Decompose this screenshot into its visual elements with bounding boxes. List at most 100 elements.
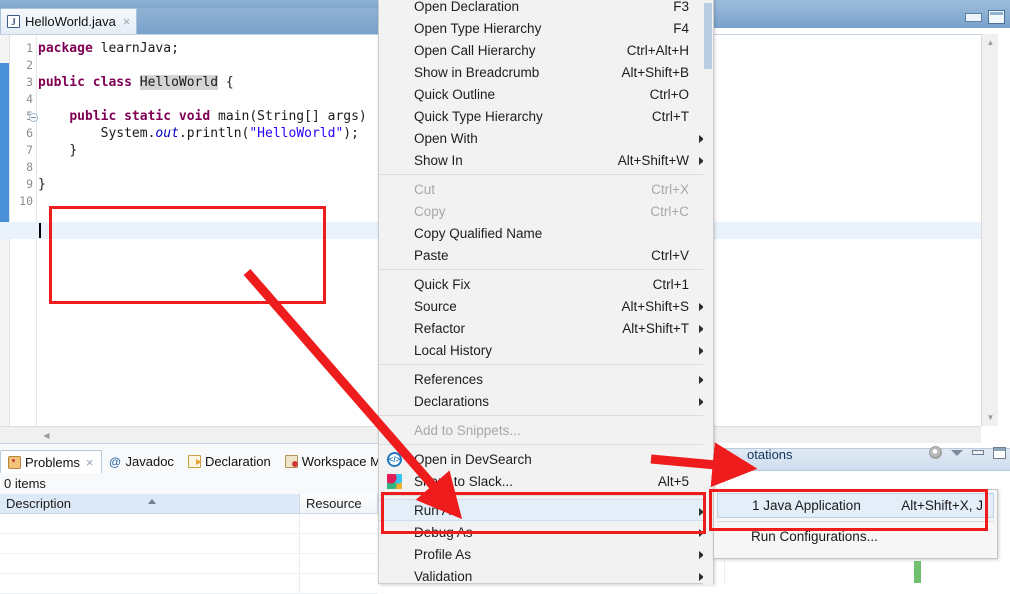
menu-item-references[interactable]: References: [379, 368, 713, 390]
maximize-icon[interactable]: [993, 446, 1006, 459]
menu-item-accelerator: Ctrl+V: [651, 247, 689, 263]
menu-item-open-declaration[interactable]: Open Declaration F3: [379, 0, 713, 17]
java-file-icon: J: [7, 15, 20, 28]
table-row[interactable]: [0, 514, 378, 534]
menu-item-accelerator: F3: [673, 0, 689, 14]
submenu-item-run-configurations[interactable]: Run Configurations...: [717, 524, 994, 548]
menu-item-share-to-slack[interactable]: Share to Slack... Alt+5: [379, 470, 713, 492]
menu-item-label: Local History: [414, 342, 493, 358]
menu-item-copy: Copy Ctrl+C: [379, 200, 713, 222]
menu-item-accelerator: Alt+5: [657, 473, 689, 489]
menu-item-quick-outline[interactable]: Quick Outline Ctrl+O: [379, 83, 713, 105]
column-header-resource[interactable]: Resource: [300, 494, 378, 514]
tab-declaration[interactable]: Declaration: [181, 450, 278, 473]
menu-item-show-in-breadcrumb[interactable]: Show in Breadcrumb Alt+Shift+B: [379, 61, 713, 83]
token-println-close: );: [343, 126, 359, 141]
menu-item-label: Add to Snippets...: [414, 422, 521, 438]
menu-item-label: Run As: [414, 502, 458, 518]
scroll-down-icon[interactable]: ▼: [982, 409, 999, 426]
token-main-signature: main(String[] args): [210, 109, 367, 124]
problems-table[interactable]: Description Resource: [0, 494, 378, 594]
menu-item-local-history[interactable]: Local History: [379, 339, 713, 361]
menu-item-label: Quick Outline: [414, 86, 496, 102]
menu-item-accelerator: Ctrl+O: [649, 86, 689, 102]
menu-item-label: Open Type Hierarchy: [414, 20, 542, 36]
menu-item-copy-qualified-name[interactable]: Copy Qualified Name: [379, 222, 713, 244]
menu-item-run-as[interactable]: Run As: [379, 499, 713, 521]
menu-item-label: Show In: [414, 152, 463, 168]
editor-tab-helloworld[interactable]: J HelloWorld.java ×: [0, 8, 138, 34]
menu-item-accelerator: Ctrl+X: [651, 181, 689, 197]
chevron-down-icon[interactable]: [951, 449, 963, 456]
table-row[interactable]: [0, 554, 378, 574]
menu-item-label: References: [414, 371, 484, 387]
context-menu-scroll-thumb[interactable]: [704, 3, 712, 69]
menu-item-label: Debug As: [414, 524, 473, 540]
editor-vertical-scrollbar[interactable]: ▲ ▼: [981, 34, 998, 426]
menu-item-open-type-hierarchy[interactable]: Open Type Hierarchy F4: [379, 17, 713, 39]
tab-problems[interactable]: Problems ×: [0, 450, 102, 473]
editor-overview-ruler[interactable]: [998, 34, 1010, 426]
column-header-description[interactable]: Description: [0, 494, 300, 514]
menu-item-paste[interactable]: Paste Ctrl+V: [379, 244, 713, 266]
table-row[interactable]: [0, 534, 378, 554]
code-fold-marker[interactable]: [29, 113, 38, 122]
menu-item-label: Profile As: [414, 546, 472, 562]
tab-javadoc-label: Javadoc: [125, 454, 174, 469]
menu-item-open-with[interactable]: Open With: [379, 127, 713, 149]
cell-resource: [300, 534, 378, 553]
line-number: 8: [26, 160, 33, 174]
menu-item-label: Open Declaration: [414, 0, 520, 14]
close-icon[interactable]: ×: [121, 14, 131, 29]
menu-item-open-call-hierarchy[interactable]: Open Call Hierarchy Ctrl+Alt+H: [379, 39, 713, 61]
menu-item-label: Cut: [414, 181, 436, 197]
token-keyword-public: public: [38, 75, 85, 90]
window-maximize-button[interactable]: [988, 10, 1005, 24]
menu-item-open-in-devsearch[interactable]: </> Open in DevSearch: [379, 448, 713, 470]
submenu-item-label: 1 Java Application: [752, 498, 861, 513]
submenu-item-java-application[interactable]: 1 Java Application Alt+Shift+X, J: [717, 493, 994, 518]
menu-item-accelerator: Ctrl+1: [652, 276, 689, 292]
menu-item-label: Show in Breadcrumb: [414, 64, 540, 80]
token-type-helloworld: HelloWorld: [139, 75, 219, 90]
menu-item-refactor[interactable]: Refactor Alt+Shift+T: [379, 317, 713, 339]
table-row[interactable]: [0, 574, 378, 594]
menu-separator: [379, 364, 713, 365]
run-as-submenu[interactable]: J 1 Java Application Alt+Shift+X, J Run …: [713, 489, 998, 559]
editor-context-menu[interactable]: Open Declaration F3 Open Type Hierarchy …: [378, 0, 714, 585]
cell-description: [0, 554, 300, 573]
context-menu-scrollbar[interactable]: [703, 0, 713, 585]
bottom-panel-tabs: Problems × @ Javadoc Declaration Workspa…: [0, 449, 413, 473]
menu-item-quick-type-hierarchy[interactable]: Quick Type Hierarchy Ctrl+T: [379, 105, 713, 127]
scroll-up-icon[interactable]: ▲: [982, 34, 999, 51]
menu-item-label: Validation: [414, 568, 473, 584]
tab-javadoc[interactable]: @ Javadoc: [102, 450, 181, 473]
gear-icon[interactable]: [929, 446, 942, 459]
token-keyword-static: static: [124, 109, 172, 124]
menu-item-debug-as[interactable]: Debug As: [379, 521, 713, 543]
minimize-icon[interactable]: [972, 450, 984, 455]
menu-item-quick-fix[interactable]: Quick Fix Ctrl+1: [379, 273, 713, 295]
editor-tab-label: HelloWorld.java: [25, 14, 116, 29]
scroll-left-icon[interactable]: ◀: [38, 427, 55, 444]
line-number: 3: [26, 75, 33, 89]
menu-item-show-in[interactable]: Show In Alt+Shift+W: [379, 149, 713, 171]
devsearch-icon: </>: [387, 452, 402, 467]
menu-item-source[interactable]: Source Alt+Shift+S: [379, 295, 713, 317]
menu-item-declarations[interactable]: Declarations: [379, 390, 713, 412]
menu-separator: [379, 495, 713, 496]
window-minimize-button[interactable]: [965, 13, 982, 22]
code-line-9: }: [38, 176, 46, 193]
menu-separator: [379, 269, 713, 270]
line-number: 2: [26, 58, 33, 72]
close-icon[interactable]: ×: [84, 455, 94, 470]
problems-icon: [8, 455, 21, 469]
menu-item-profile-as[interactable]: Profile As: [379, 543, 713, 565]
menu-item-label: Share to Slack...: [414, 473, 514, 489]
menu-separator: [379, 444, 713, 445]
javadoc-icon: @: [109, 454, 121, 469]
